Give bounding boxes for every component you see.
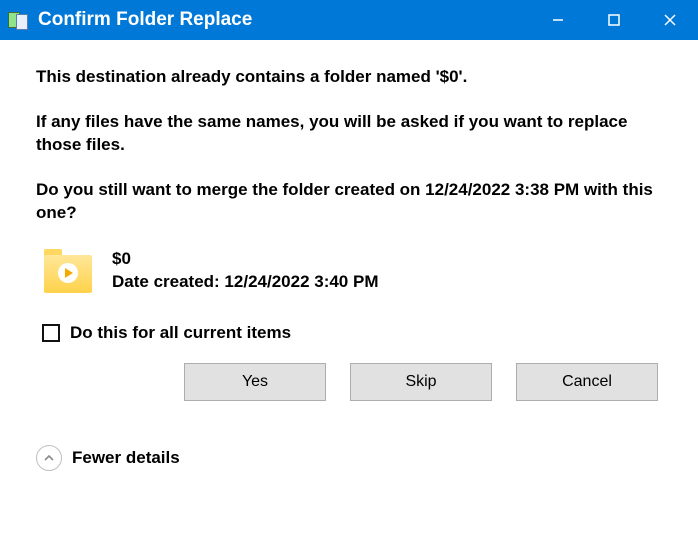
maximize-icon: [608, 14, 620, 26]
close-icon: [663, 13, 677, 27]
chevron-up-icon: [36, 445, 62, 471]
folder-info: $0 Date created: 12/24/2022 3:40 PM: [44, 247, 662, 295]
folder-metadata: $0 Date created: 12/24/2022 3:40 PM: [112, 248, 379, 294]
checkbox-icon: [42, 324, 60, 342]
cancel-button[interactable]: Cancel: [516, 363, 658, 401]
minimize-icon: [552, 14, 564, 26]
titlebar: Confirm Folder Replace: [0, 0, 698, 40]
message-existing-folder: This destination already contains a fold…: [36, 66, 662, 89]
details-toggle-label: Fewer details: [72, 448, 180, 468]
close-button[interactable]: [642, 0, 698, 40]
message-merge-question: Do you still want to merge the folder cr…: [36, 179, 662, 225]
app-icon: [8, 12, 28, 28]
button-row: Yes Skip Cancel: [36, 363, 662, 401]
folder-icon: [44, 247, 96, 295]
checkbox-label: Do this for all current items: [70, 323, 291, 343]
window-title: Confirm Folder Replace: [38, 9, 530, 31]
message-replace-files: If any files have the same names, you wi…: [36, 111, 662, 157]
details-toggle[interactable]: Fewer details: [0, 439, 698, 477]
folder-name: $0: [112, 248, 379, 271]
folder-date-created: Date created: 12/24/2022 3:40 PM: [112, 271, 379, 294]
dialog-content: This destination already contains a fold…: [0, 40, 698, 439]
skip-button[interactable]: Skip: [350, 363, 492, 401]
minimize-button[interactable]: [530, 0, 586, 40]
yes-button[interactable]: Yes: [184, 363, 326, 401]
do-for-all-checkbox[interactable]: Do this for all current items: [42, 323, 662, 343]
maximize-button[interactable]: [586, 0, 642, 40]
